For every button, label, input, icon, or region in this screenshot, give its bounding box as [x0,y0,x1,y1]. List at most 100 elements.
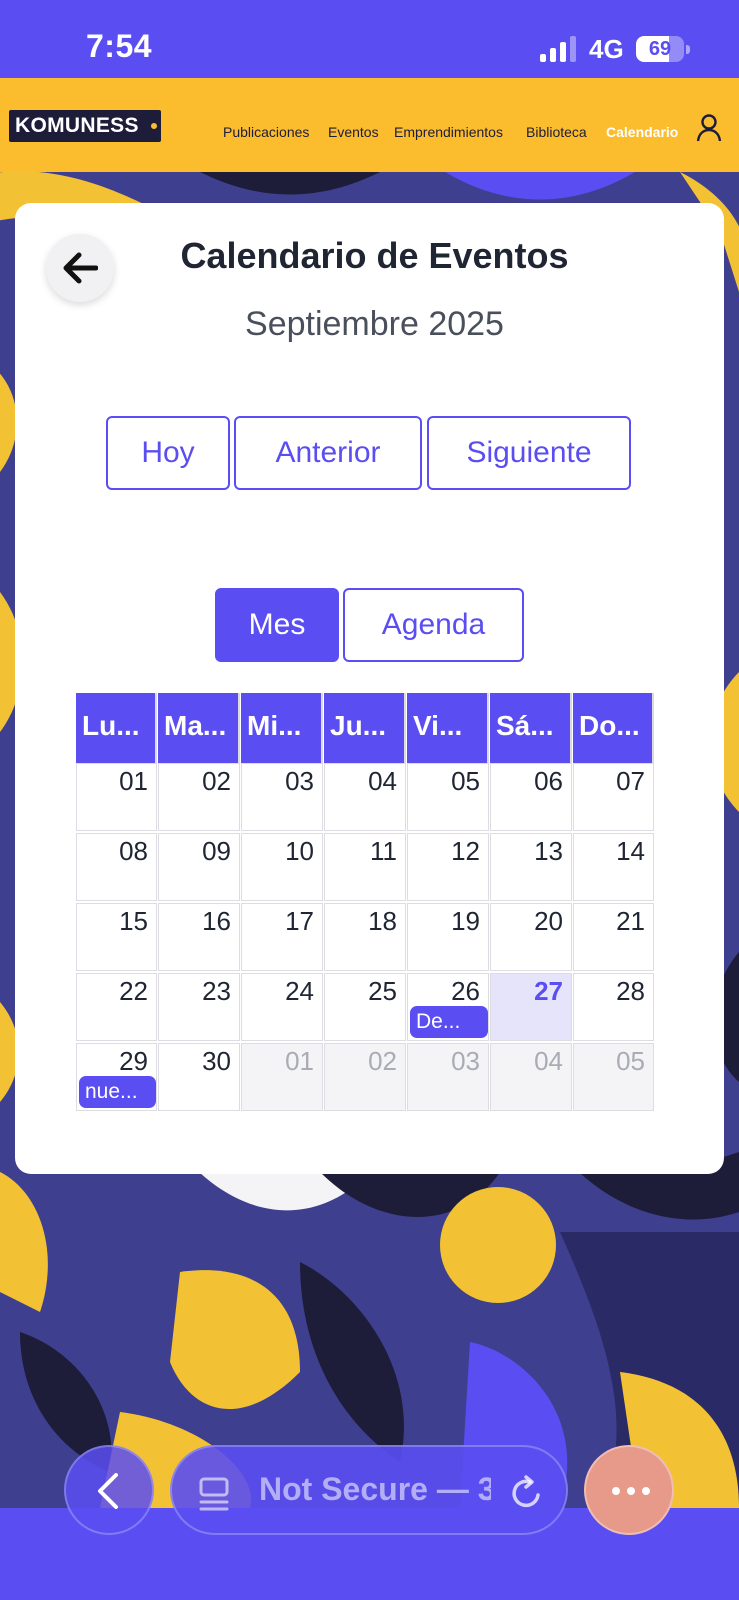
day-number: 06 [534,766,563,796]
komuness-logo[interactable]: KOMUNESS [9,110,161,142]
nav-eventos[interactable]: Eventos [328,124,379,140]
calendar-day[interactable]: 20 [490,903,572,971]
event-chip[interactable]: nue... [79,1076,156,1108]
day-number: 01 [119,766,148,796]
calendar-day-today[interactable]: 27 [490,973,572,1041]
calendar-day[interactable]: 04 [324,763,406,831]
logo-text: KOMUNESS [15,114,139,137]
view-month-button[interactable]: Mes [215,588,339,662]
calendar-day[interactable]: 30 [158,1043,240,1111]
calendar-day[interactable]: 01 [241,1043,323,1111]
calendar-day[interactable]: 04 [490,1043,572,1111]
calendar-day[interactable]: 02 [158,763,240,831]
battery-icon: 69 [636,36,690,62]
calendar-day[interactable]: 08 [76,833,157,901]
calendar-day[interactable]: 19 [407,903,489,971]
weekday-header-cell: Ma... [158,693,240,763]
calendar-day[interactable]: 13 [490,833,572,901]
calendar-day[interactable]: 03 [407,1043,489,1111]
day-number: 20 [534,906,563,936]
day-number: 25 [368,976,397,1006]
day-number: 14 [616,836,645,866]
day-number: 01 [285,1046,314,1076]
calendar-card: Calendario de Eventos Septiembre 2025 Ho… [15,203,724,1174]
calendar-day[interactable]: 15 [76,903,157,971]
calendar-day[interactable]: 16 [158,903,240,971]
day-number: 29 [119,1046,148,1076]
day-number: 30 [202,1046,231,1076]
url-text: Not Secure — 38 [259,1471,491,1507]
calendar-day[interactable]: 25 [324,973,406,1041]
day-number: 08 [119,836,148,866]
day-number: 26 [451,976,480,1006]
day-number: 09 [202,836,231,866]
browser-back-button[interactable] [64,1445,154,1535]
calendar-day[interactable]: 09 [158,833,240,901]
ellipsis-icon [612,1487,650,1495]
nav-publicaciones[interactable]: Publicaciones [223,124,309,140]
day-number: 23 [202,976,231,1006]
calendar-day[interactable]: 14 [573,833,654,901]
calendar-day[interactable]: 01 [76,763,157,831]
nav-biblioteca[interactable]: Biblioteca [526,124,587,140]
day-number: 04 [368,766,397,796]
day-number: 16 [202,906,231,936]
calendar-day[interactable]: 26 De... [407,973,489,1041]
next-button[interactable]: Siguiente [427,416,631,490]
page-title: Calendario de Eventos [180,235,569,276]
day-number: 17 [285,906,314,936]
day-number: 28 [616,976,645,1006]
network-type: 4G [589,34,624,64]
battery-percent: 69 [648,38,672,60]
weekday-header-cell: Sá... [490,693,572,763]
day-number: 07 [616,766,645,796]
status-bar: 7:54 4G 69 [0,0,739,78]
calendar-day[interactable]: 29 nue... [76,1043,157,1111]
calendar-day[interactable]: 07 [573,763,654,831]
calendar-day[interactable]: 12 [407,833,489,901]
month-label: Septiembre 2025 [245,305,504,343]
signal-icon [540,36,576,62]
day-number: 03 [285,766,314,796]
nav-calendario[interactable]: Calendario [606,124,678,140]
calendar-day[interactable]: 18 [324,903,406,971]
weekday-header-cell: Do... [573,693,654,763]
weekday-header-cell: Mi... [241,693,323,763]
tabs-icon[interactable] [199,1477,229,1511]
calendar-day[interactable]: 28 [573,973,654,1041]
calendar-day[interactable]: 17 [241,903,323,971]
event-chip[interactable]: De... [410,1006,488,1038]
day-number: 11 [370,836,397,866]
calendar-day[interactable]: 22 [76,973,157,1041]
calendar-day[interactable]: 02 [324,1043,406,1111]
day-number: 27 [534,976,563,1006]
day-number: 12 [451,836,480,866]
more-options-button[interactable] [584,1445,674,1535]
calendar-day[interactable]: 05 [407,763,489,831]
calendar-day[interactable]: 21 [573,903,654,971]
nav-emprendimientos[interactable]: Emprendimientos [394,124,503,140]
calendar-day[interactable]: 06 [490,763,572,831]
calendar-day[interactable]: 11 [324,833,406,901]
previous-button[interactable]: Anterior [234,416,422,490]
status-time: 7:54 [86,28,153,64]
calendar-day[interactable]: 05 [573,1043,654,1111]
day-number: 05 [616,1046,645,1076]
view-agenda-button[interactable]: Agenda [343,588,524,662]
weekday-header-cell: Lu... [76,693,157,763]
calendar-day[interactable]: 10 [241,833,323,901]
weekday-header-cell: Ju... [324,693,406,763]
today-button[interactable]: Hoy [106,416,230,490]
calendar-day[interactable]: 03 [241,763,323,831]
day-number: 04 [534,1046,563,1076]
user-icon[interactable] [696,114,722,142]
day-number: 13 [534,836,563,866]
day-number: 19 [451,906,480,936]
calendar-day[interactable]: 24 [241,973,323,1041]
address-bar[interactable]: Not Secure — 38 [170,1445,568,1535]
day-number: 21 [616,906,645,936]
day-number: 22 [119,976,148,1006]
calendar-day[interactable]: 23 [158,973,240,1041]
reload-icon[interactable] [510,1475,544,1511]
day-number: 02 [202,766,231,796]
